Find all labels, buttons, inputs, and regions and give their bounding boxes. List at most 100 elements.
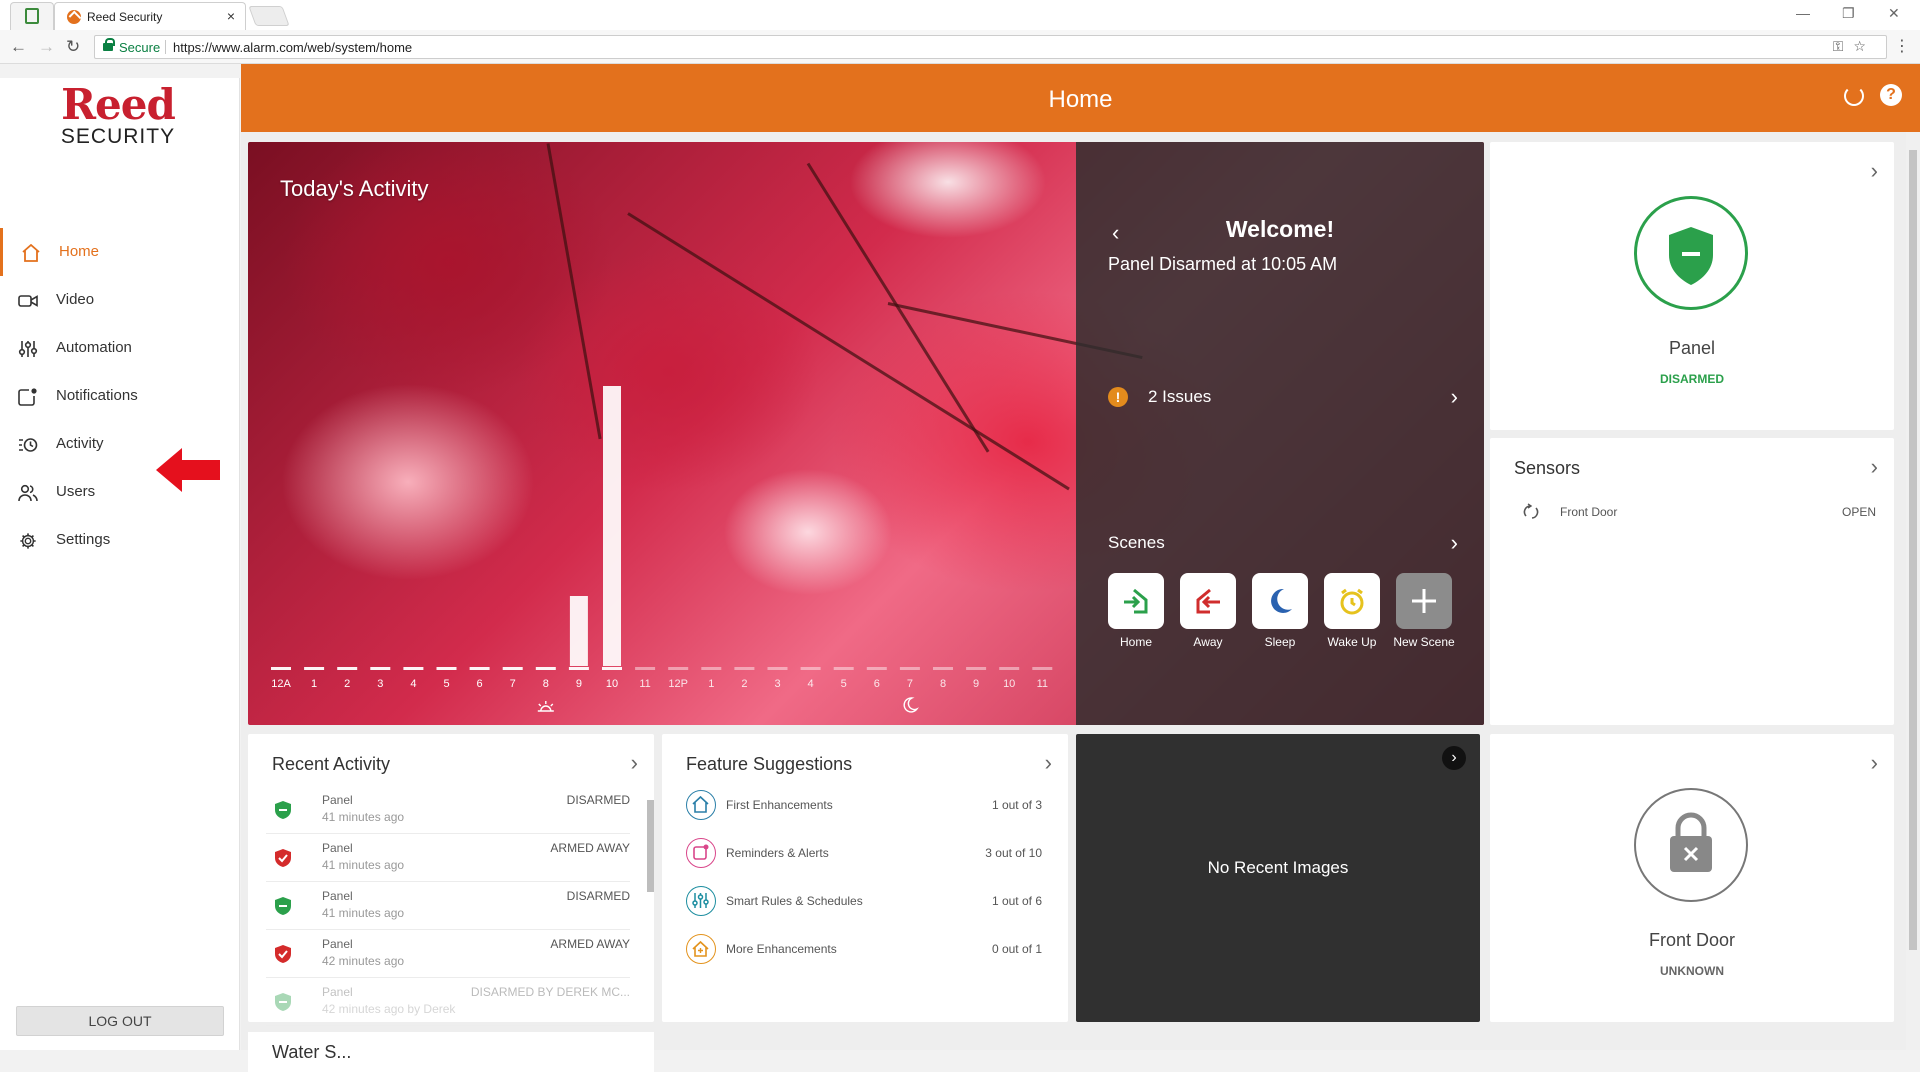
reload-icon[interactable]: ↻	[66, 37, 80, 57]
feature-item[interactable]: Smart Rules & Schedules 1 out of 6	[686, 884, 1042, 920]
browser-tab-active[interactable]: Reed Security ×	[54, 2, 246, 30]
panel-state: DISARMED	[1659, 372, 1724, 386]
chart-baseline-tick	[635, 667, 656, 670]
sidebar-item-label: Home	[59, 243, 100, 260]
chart-baseline-tick	[701, 667, 722, 670]
feature-item[interactable]: More Enhancements 0 out of 1	[686, 932, 1042, 968]
tab-close-icon[interactable]: ×	[227, 8, 235, 24]
chevron-right-icon[interactable]: ›	[1871, 750, 1878, 776]
forward-icon[interactable]: →	[38, 37, 55, 57]
chevron-right-icon[interactable]: ›	[1045, 750, 1052, 776]
chart-baseline-tick	[469, 667, 490, 670]
chevron-right-icon: ›	[1450, 530, 1458, 555]
sidebar-item-notifications[interactable]: Notifications	[0, 372, 240, 420]
logo-name: Reed	[61, 80, 176, 129]
extension-icon	[25, 8, 39, 24]
lock-card[interactable]: › Front Door UNKNOWN	[1490, 734, 1894, 1022]
activity-event: DISARMED	[566, 889, 630, 903]
sidebar-item-video[interactable]: Video	[0, 276, 240, 324]
panel-status-button[interactable]	[1634, 196, 1748, 310]
recent-activity-list[interactable]: Panel 41 minutes ago DISARMED Panel 41 m…	[248, 786, 646, 1028]
browser-menu-icon[interactable]: ⋮	[1894, 36, 1910, 56]
house-icon	[686, 790, 716, 820]
sidebar-item-settings[interactable]: Settings	[0, 516, 240, 564]
issues-link[interactable]: ! 2 Issues ›	[1108, 384, 1458, 412]
shield-red-icon	[275, 849, 291, 867]
list-scrollbar[interactable]	[645, 784, 655, 1024]
feature-name: More Enhancements	[726, 942, 837, 956]
help-icon[interactable]: ?	[1880, 84, 1902, 106]
list-item[interactable]: Panel 42 minutes ago by Derek DISARMED B…	[266, 978, 630, 1026]
chart-tick-label: 3	[774, 678, 780, 690]
sidebar-item-automation[interactable]: Automation	[0, 324, 240, 372]
new-tab-button[interactable]	[248, 6, 290, 26]
close-window-icon[interactable]: ✕	[1888, 5, 1900, 22]
scene-home-button[interactable]: Home	[1108, 573, 1164, 649]
red-arrow-annotation	[156, 448, 220, 492]
chart-bar[interactable]	[569, 596, 588, 666]
panel-card[interactable]: › Panel DISARMED	[1490, 142, 1894, 430]
list-item[interactable]: Panel 41 minutes ago DISARMED	[266, 786, 630, 834]
lock-status-button[interactable]	[1634, 788, 1748, 902]
feature-name: Reminders & Alerts	[726, 846, 829, 860]
activity-event: DISARMED	[566, 793, 630, 807]
refresh-icon[interactable]	[1844, 86, 1864, 106]
scrollbar-thumb[interactable]	[647, 800, 654, 892]
secure-label: Secure	[119, 40, 161, 55]
back-icon[interactable]: ←	[10, 37, 27, 57]
chevron-right-icon[interactable]: ›	[1871, 454, 1878, 480]
issues-label: 2 Issues	[1148, 387, 1212, 406]
moon-icon	[1271, 588, 1292, 613]
scene-away-button[interactable]: Away	[1180, 573, 1236, 649]
recent-activity-card: Recent Activity › Panel 41 minutes ago D…	[248, 734, 655, 1026]
chart-tick-label: 5	[443, 678, 449, 690]
sidebar-item-home[interactable]: Home	[0, 228, 240, 276]
page-header: Home ?	[241, 64, 1920, 132]
feature-item[interactable]: First Enhancements 1 out of 3	[686, 788, 1042, 824]
logo[interactable]: Reed SECURITY	[58, 84, 178, 148]
sensors-card[interactable]: Sensors › Front Door OPEN	[1490, 438, 1894, 725]
bookmark-star-icon[interactable]: ⚿☆	[1833, 38, 1876, 55]
scrollbar-thumb[interactable]	[1909, 150, 1917, 950]
scene-sleep-button[interactable]: Sleep	[1252, 573, 1308, 649]
page-scrollbar[interactable]	[1906, 132, 1920, 1050]
todays-activity-hero: 12A 1 2 3 4 5 6 7 8 9 10 11 12P 1 2 3 4 5 6 7 8 9 10 11 Today's…	[248, 142, 1484, 725]
logo-subtitle: SECURITY	[60, 125, 176, 148]
activity-time: 41 minutes ago	[322, 858, 405, 872]
recent-images-card[interactable]: › No Recent Images	[1076, 734, 1480, 1022]
restore-icon[interactable]: ❐	[1842, 5, 1855, 22]
feature-item[interactable]: Reminders & Alerts 3 out of 10	[686, 836, 1042, 872]
chevron-right-icon[interactable]: ›	[631, 750, 638, 776]
scene-label: Home	[1119, 635, 1152, 649]
chart-baseline-tick	[833, 667, 854, 670]
list-item[interactable]: Panel 41 minutes ago ARMED AWAY	[266, 834, 630, 882]
activity-event: DISARMED BY DEREK MC...	[470, 985, 630, 999]
chart-title: Today's Activity	[280, 176, 429, 201]
shield-green-icon	[275, 801, 291, 819]
minimize-icon[interactable]: —	[1796, 5, 1810, 21]
favicon-icon	[67, 10, 81, 24]
new-scene-button[interactable]: New Scene	[1393, 573, 1455, 649]
chevron-right-icon[interactable]: ›	[1871, 158, 1878, 184]
activity-device: Panel	[322, 985, 353, 999]
scenes-link[interactable]: Scenes ›	[1108, 530, 1458, 558]
activity-time: 41 minutes ago	[322, 810, 405, 824]
chart-baseline-tick	[767, 667, 788, 670]
sliders-icon	[686, 886, 716, 916]
scene-wake-up-button[interactable]: Wake Up	[1324, 573, 1380, 649]
water-card[interactable]: Water S...	[248, 1032, 654, 1072]
welcome-panel: ‹ Welcome! Panel Disarmed at 10:05 AM ! …	[1076, 142, 1484, 725]
shield-disarmed-icon	[1669, 227, 1713, 285]
chart-baseline-tick	[271, 667, 291, 670]
url-bar[interactable]: Secure https://www.alarm.com/web/system/…	[94, 35, 1887, 59]
list-item[interactable]: Panel 41 minutes ago DISARMED	[266, 882, 630, 930]
sliders-icon	[18, 341, 38, 357]
chart-bar[interactable]	[603, 386, 621, 666]
logout-button[interactable]: LOG OUT	[16, 1006, 224, 1036]
url-text[interactable]: https://www.alarm.com/web/system/home	[173, 40, 412, 55]
chevron-right-icon[interactable]: ›	[1442, 746, 1466, 770]
sensor-row[interactable]: Front Door OPEN	[1520, 502, 1876, 522]
extension-tab[interactable]	[10, 2, 54, 30]
sensor-name: Front Door	[1560, 505, 1618, 519]
list-item[interactable]: Panel 42 minutes ago ARMED AWAY	[266, 930, 630, 978]
